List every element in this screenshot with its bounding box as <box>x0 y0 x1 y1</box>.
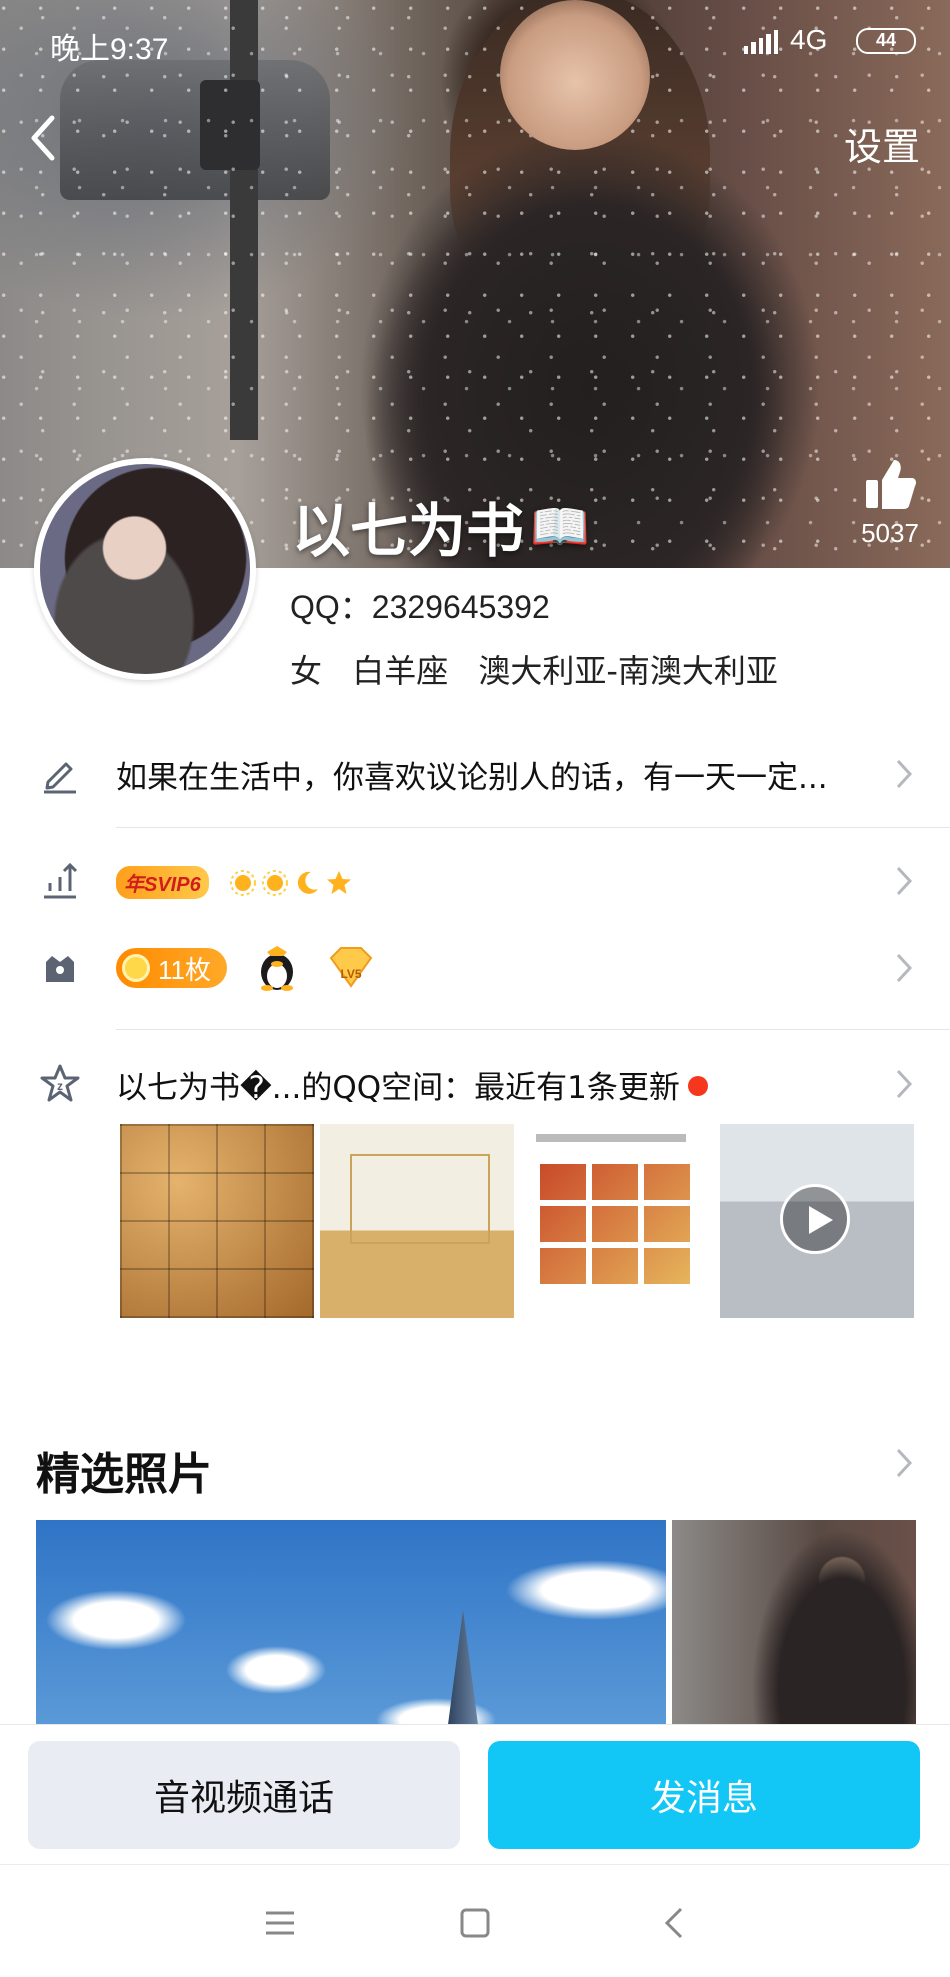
featured-photo[interactable] <box>36 1520 666 1726</box>
profile-info: QQ：2329645392 女 白羊座 澳大利亚-南澳大利亚 <box>290 582 798 692</box>
menu-icon[interactable] <box>260 1903 300 1943</box>
pencil-icon <box>44 762 76 794</box>
avatar[interactable] <box>34 458 256 680</box>
location: 澳大利亚-南澳大利亚 <box>478 652 778 690</box>
action-bar: 音视频通话 发消息 <box>0 1724 950 1864</box>
medal-text: 11枚 LV5 <box>116 944 377 992</box>
like-button[interactable]: 5037 <box>850 456 930 549</box>
open-book-icon: 📖 <box>530 498 590 555</box>
zodiac: 白羊座 <box>352 652 449 690</box>
moon-icon <box>297 871 318 894</box>
gender: 女 <box>290 652 323 690</box>
thumbs-up-icon <box>866 460 916 509</box>
qzone-text: 以七为书�...的QQ空间：最近有1条更新 <box>116 1069 680 1106</box>
svip-badge: 年SVIP6 <box>116 866 209 899</box>
update-dot <box>687 1075 708 1096</box>
chevron-right-icon <box>896 866 913 896</box>
like-count: 5037 <box>861 518 919 548</box>
svg-text:z: z <box>57 1079 63 1093</box>
signal-icon <box>744 28 779 54</box>
medal-count-badge: 11枚 <box>116 948 227 988</box>
qzone-thumbnail[interactable] <box>520 1124 714 1318</box>
nickname: 以七为书 📖 <box>292 484 590 568</box>
qq-penguin-icon <box>260 946 293 991</box>
back-arrow-icon[interactable] <box>24 110 64 166</box>
qzone-thumbnail[interactable] <box>120 1124 314 1318</box>
settings-button[interactable]: 设置 <box>844 116 920 171</box>
cover-face <box>500 0 650 150</box>
send-message-button[interactable]: 发消息 <box>488 1741 920 1849</box>
chevron-right-icon <box>896 1069 913 1099</box>
featured-photos-title: 精选照片 <box>36 1449 212 1500</box>
featured-photo[interactable] <box>672 1520 916 1726</box>
vip-row[interactable]: 年SVIP6 <box>0 841 950 921</box>
chevron-right-icon <box>896 759 913 789</box>
sun-icon <box>229 869 256 896</box>
play-icon <box>780 1184 850 1254</box>
nav-back-icon[interactable] <box>655 1903 695 1943</box>
qzone-video-thumbnail[interactable] <box>720 1124 914 1318</box>
level-badge-text: LV5 <box>340 967 361 981</box>
status-time: 晚上9:37 <box>50 33 169 66</box>
chevron-right-icon[interactable] <box>894 1446 914 1480</box>
level-icons <box>229 869 353 897</box>
network-type: 4G <box>790 24 828 55</box>
bar-chart-icon <box>44 862 78 899</box>
star-icon <box>326 870 351 894</box>
profile-meta: 女 白羊座 澳大利亚-南澳大利亚 <box>290 646 798 692</box>
medal-coin-icon <box>122 954 150 982</box>
system-nav-bar <box>0 1864 950 1977</box>
qzone-row[interactable]: z 以七为书�...的QQ空间：最近有1条更新 <box>0 1044 950 1124</box>
qzone-thumbnails <box>120 1124 914 1318</box>
qzone-title: 以七为书�...的QQ空间：最近有1条更新 <box>116 1062 708 1107</box>
medal-count: 11枚 <box>158 954 211 985</box>
signature-text: 如果在生活中，你喜欢议论别人的话，有一天一定... <box>116 759 828 796</box>
qzone-star-icon: z <box>40 1064 80 1102</box>
status-bar: 晚上9:37 4G 44 <box>0 0 950 86</box>
qzone-thumbnail[interactable] <box>320 1124 514 1318</box>
featured-photos <box>36 1520 916 1726</box>
battery-icon: 44 <box>856 28 916 54</box>
diamond-level-icon: LV5 <box>329 947 373 988</box>
divider <box>116 1029 950 1030</box>
home-icon[interactable] <box>455 1903 495 1943</box>
av-call-button[interactable]: 音视频通话 <box>28 1741 460 1849</box>
sun-icon <box>261 869 288 896</box>
signature-row[interactable]: 如果在生活中，你喜欢议论别人的话，有一天一定... <box>0 734 950 814</box>
gift-box-icon <box>46 956 74 982</box>
vip-text: 年SVIP6 <box>116 863 353 899</box>
medal-row[interactable]: 11枚 LV5 <box>0 928 950 1008</box>
nickname-text: 以七为书 <box>292 497 525 565</box>
divider <box>116 827 950 828</box>
qq-number: QQ：2329645392 <box>290 589 550 625</box>
chevron-right-icon <box>896 953 913 983</box>
